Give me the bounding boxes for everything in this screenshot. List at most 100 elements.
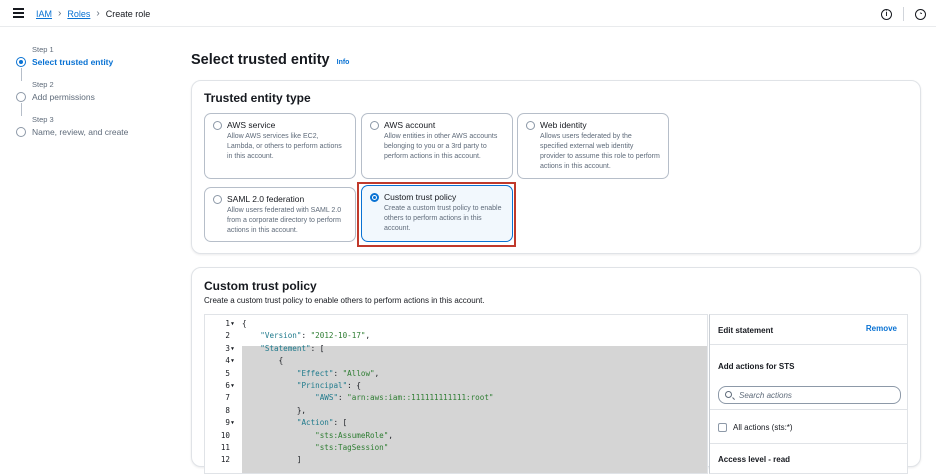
search-actions-input[interactable] (739, 390, 894, 401)
statement-panel: Edit statement Remove Add actions for ST… (709, 314, 908, 474)
access-level-heading[interactable]: Access level - read (718, 455, 790, 464)
highlight-box (357, 182, 516, 247)
option-aws-service[interactable]: AWS service Allow AWS services like EC2,… (204, 113, 356, 179)
step-indicator-icon (16, 92, 26, 102)
breadcrumb-roles-link[interactable]: Roles (67, 9, 90, 19)
info-icon[interactable]: i (881, 8, 892, 20)
all-actions-checkbox[interactable] (718, 423, 727, 432)
code-line[interactable]: 6 ▼ "Principal": { (205, 380, 707, 392)
line-number: 11 (220, 443, 230, 452)
notification-icon[interactable]: ◔ (915, 8, 926, 20)
policy-code-editor[interactable]: 1 ▼{2 "Version": "2012-10-17", 3 ▼ "Stateme… (204, 314, 708, 474)
radio-button[interactable] (213, 195, 222, 204)
fold-arrow-icon[interactable]: ▼ (231, 380, 234, 392)
line-number: 7 (225, 393, 230, 403)
wizard-step-1[interactable]: Step 1 Select trusted entity (13, 45, 173, 81)
option-description: Allows users federated by the specified … (540, 133, 660, 170)
section-heading: Trusted entity type (204, 91, 311, 105)
edit-statement-header: Edit statement Remove (710, 315, 907, 345)
option-saml-federation[interactable]: SAML 2.0 federation Allow users federate… (204, 187, 356, 242)
code-text: "Action": [ (296, 418, 348, 428)
line-number: 10 (220, 430, 230, 440)
line-number: 5 (225, 368, 230, 378)
section-heading: Custom trust policy (204, 279, 317, 293)
radio-button[interactable] (213, 121, 222, 130)
header-tools: i ◔ (881, 7, 926, 21)
code-text: "Effect": "Allow", (296, 368, 380, 378)
option-aws-account[interactable]: AWS account Allow entities in other AWS … (361, 113, 513, 179)
section-description: Create a custom trust policy to enable o… (204, 296, 485, 305)
search-actions-field[interactable] (718, 386, 901, 404)
code-line[interactable]: 3 ▼ "Statement": [ (205, 343, 707, 355)
option-web-identity[interactable]: Web identity Allows users federated by t… (517, 113, 669, 179)
code-text: { (242, 356, 284, 366)
option-title: Web identity (540, 120, 587, 130)
option-title: SAML 2.0 federation (227, 194, 305, 204)
custom-trust-policy-card: Custom trust policy Create a custom trus… (191, 267, 921, 474)
step-indicator-icon (16, 57, 26, 67)
step-indicator-icon (16, 127, 26, 137)
code-line[interactable]: 10 "sts:AssumeRole", (205, 430, 707, 442)
all-actions-label: All actions (sts:*) (733, 423, 793, 432)
line-number: 4 (225, 356, 230, 366)
option-description: Allow users federated with SAML 2.0 from… (227, 207, 342, 234)
fold-arrow-icon[interactable]: ▼ (231, 343, 234, 355)
divider (710, 409, 907, 410)
menu-icon[interactable] (13, 8, 24, 18)
code-text: ] (242, 455, 302, 465)
step-label: Step 2 (32, 80, 54, 89)
chevron-right-icon: › (58, 8, 62, 19)
line-number: 6 (225, 381, 230, 390)
wizard-step-3[interactable]: Step 3 Name, review, and create (13, 115, 173, 150)
code-text: "Principal": { (296, 381, 361, 390)
step-title: Select trusted entity (32, 57, 114, 67)
info-link[interactable]: Info (337, 59, 350, 66)
option-title: AWS service (227, 120, 276, 130)
code-text: "sts:AssumeRole", (315, 430, 393, 440)
wizard-step-2[interactable]: Step 2 Add permissions (13, 80, 173, 116)
radio-button[interactable] (526, 121, 535, 130)
line-number: 8 (225, 405, 230, 415)
code-text: "sts:TagSession" (315, 443, 389, 452)
code-line[interactable]: 4 ▼ { (205, 355, 707, 367)
trusted-entity-card: Trusted entity type AWS service Allow AW… (191, 80, 921, 254)
top-navigation-bar: IAM › Roles › Create role i ◔ (0, 0, 936, 27)
fold-arrow-icon[interactable]: ▼ (231, 355, 234, 367)
code-line[interactable]: 5 "Effect": "Allow", (205, 368, 707, 380)
code-text: }, (242, 405, 307, 415)
fold-arrow-icon[interactable]: ▼ (231, 318, 234, 330)
code-text: "AWS": "arn:aws:iam::111111111111:root" (315, 393, 494, 403)
add-actions-title: Add actions for STS (718, 362, 795, 371)
option-title: AWS account (384, 120, 436, 130)
option-description: Allow AWS services like EC2, Lambda, or … (227, 133, 342, 160)
search-icon (725, 391, 732, 398)
fold-arrow-icon[interactable]: ▼ (231, 417, 234, 429)
page-title-text: Select trusted entity (191, 52, 330, 68)
code-line[interactable]: 7 "AWS": "arn:aws:iam::111111111111:root… (205, 392, 707, 404)
breadcrumb-iam-link[interactable]: IAM (36, 9, 52, 19)
code-line[interactable]: 2 "Version": "2012-10-17", (205, 330, 707, 342)
wizard-steps: Step 1 Select trusted entity Step 2 Add … (13, 45, 173, 150)
code-text: "Statement": [ (260, 343, 325, 353)
code-line[interactable]: 9 ▼ "Action": [ (205, 417, 707, 429)
code-line[interactable]: 12 ] (205, 454, 707, 466)
code-line[interactable]: 1 ▼ { (205, 318, 707, 330)
line-number: 9 (225, 418, 230, 428)
divider (710, 443, 907, 444)
radio-button[interactable] (370, 121, 379, 130)
panel-title: Edit statement (718, 326, 774, 335)
breadcrumb-current: Create role (105, 8, 151, 19)
code-text: "Version": "2012-10-17", (260, 331, 371, 341)
step-title: Add permissions (32, 92, 95, 102)
step-title: Name, review, and create (32, 127, 129, 137)
line-number: 1 (225, 319, 230, 328)
code-line[interactable]: 11 "sts:TagSession" (205, 442, 707, 454)
code-line[interactable]: 8 }, (205, 405, 707, 417)
chevron-right-icon: › (96, 8, 100, 19)
line-number: 2 (225, 331, 230, 341)
divider (903, 7, 904, 21)
step-label: Step 3 (32, 115, 54, 124)
remove-button[interactable]: Remove (866, 324, 897, 333)
line-number: 12 (220, 455, 230, 465)
option-description: Allow entities in other AWS accounts bel… (384, 133, 498, 160)
